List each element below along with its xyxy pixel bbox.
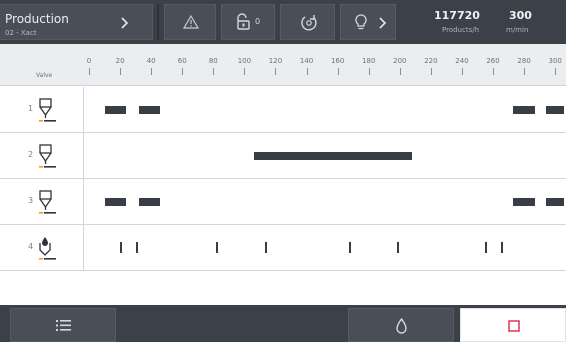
header-divider <box>157 4 159 40</box>
list-view-button[interactable] <box>10 308 116 342</box>
tick-label: 260 <box>486 57 500 65</box>
glue-valve-icon <box>39 98 56 122</box>
lock-button[interactable]: 0 <box>221 4 275 40</box>
footer-bar <box>0 305 566 342</box>
row-divider <box>0 270 566 271</box>
chevron-right-icon <box>379 17 387 29</box>
tick-mark <box>399 68 401 75</box>
nozzle-cleaning-button[interactable] <box>280 4 335 40</box>
tick-mark <box>555 68 557 75</box>
valve-number: 1 <box>28 104 34 113</box>
lightbulb-icon <box>355 14 367 30</box>
tick-mark <box>430 68 432 75</box>
speed-unit: m/min <box>506 26 529 34</box>
valve-label-cell: 2 <box>0 133 84 178</box>
glue-dot-pulse <box>348 242 351 253</box>
valve-row-2[interactable]: 2 <box>0 133 566 178</box>
chevron-right-icon <box>121 17 129 29</box>
tick-label: 200 <box>393 57 407 65</box>
warning-button[interactable] <box>164 4 216 40</box>
stop-button[interactable] <box>460 308 566 342</box>
tick-mark <box>89 68 90 75</box>
lock-count: 0 <box>255 17 261 26</box>
glue-segment <box>513 106 535 114</box>
drop-icon <box>396 318 407 334</box>
glue-valve-icon <box>39 144 56 168</box>
valve-column-label: Valve <box>36 72 53 79</box>
page-subtitle: 02 - Xact <box>5 29 37 37</box>
tick-label: 160 <box>330 57 345 65</box>
glue-segment <box>513 198 535 206</box>
unlock-icon <box>237 13 250 30</box>
page-title: Production <box>5 12 69 26</box>
valve-number: 4 <box>28 242 34 251</box>
valve-row-4[interactable]: 4 <box>0 225 566 270</box>
tick-label: 280 <box>517 57 531 65</box>
warning-triangle-icon <box>183 15 199 29</box>
glue-dot-pulse <box>135 242 138 253</box>
speed-value: 300 <box>509 9 532 22</box>
glue-segment <box>545 198 564 206</box>
tick-mark <box>524 68 526 75</box>
tick-label: 220 <box>424 57 438 65</box>
tick-label: 0 <box>86 57 92 65</box>
glue-segment <box>545 106 564 114</box>
tick-label: 240 <box>455 57 469 65</box>
valve-label-cell: 4 <box>0 225 84 270</box>
tick-mark <box>120 68 122 75</box>
valve-number: 3 <box>28 196 34 205</box>
settings-light-button[interactable] <box>340 4 396 40</box>
products-rate-unit: Products/h <box>442 26 480 34</box>
valve-row-1[interactable]: 1 <box>0 87 566 132</box>
tick-label: 300 <box>548 57 562 65</box>
purge-button[interactable] <box>348 308 454 342</box>
header-bar: Production 02 - Xact 0 117720 Products/h… <box>0 0 566 44</box>
tick-label: 100 <box>237 57 252 65</box>
glue-segment <box>104 198 127 206</box>
production-menu-button[interactable]: Production 02 - Xact <box>0 4 153 40</box>
nozzle-cleaning-icon <box>301 15 317 31</box>
glue-dot-pulse <box>485 242 488 253</box>
tick-mark <box>306 68 308 75</box>
tick-mark <box>461 68 463 75</box>
glue-segment <box>138 198 161 206</box>
tick-mark <box>275 68 277 75</box>
tick-mark <box>213 68 215 75</box>
valve-number: 2 <box>28 150 34 159</box>
tick-mark <box>151 68 153 75</box>
tick-mark <box>368 68 370 75</box>
position-scale: Valve 0 20 40 60 80 100 120 140 160 180 200 220 240 2… <box>0 44 566 86</box>
tick-label: 40 <box>146 57 156 65</box>
glue-dot-pulse <box>500 242 503 253</box>
glue-dot-pulse <box>396 242 399 253</box>
tick-label: 120 <box>268 57 283 65</box>
tick-mark <box>182 68 184 75</box>
glue-segment <box>138 106 161 114</box>
tick-label: 140 <box>299 57 314 65</box>
list-icon <box>56 320 71 331</box>
glue-dot-pulse <box>120 242 123 253</box>
tick-mark <box>493 68 495 75</box>
valve-row-3[interactable]: 3 <box>0 179 566 224</box>
tick-mark <box>244 68 246 75</box>
tick-label: 180 <box>362 57 376 65</box>
tick-label: 20 <box>115 57 125 65</box>
valve-label-cell: 1 <box>0 87 84 132</box>
tick-label: 60 <box>177 57 187 65</box>
tick-mark <box>337 68 339 75</box>
glue-dot-pulse <box>216 242 219 253</box>
dot-valve-icon <box>39 237 56 260</box>
glue-valve-icon <box>39 190 56 214</box>
valve-label-cell: 3 <box>0 179 84 224</box>
glue-segment <box>104 106 127 114</box>
products-rate-value: 117720 <box>434 9 480 22</box>
glue-dot-pulse <box>264 242 267 253</box>
glue-segment <box>253 152 413 160</box>
stop-square-icon <box>508 320 520 332</box>
tick-label: 80 <box>208 57 218 65</box>
